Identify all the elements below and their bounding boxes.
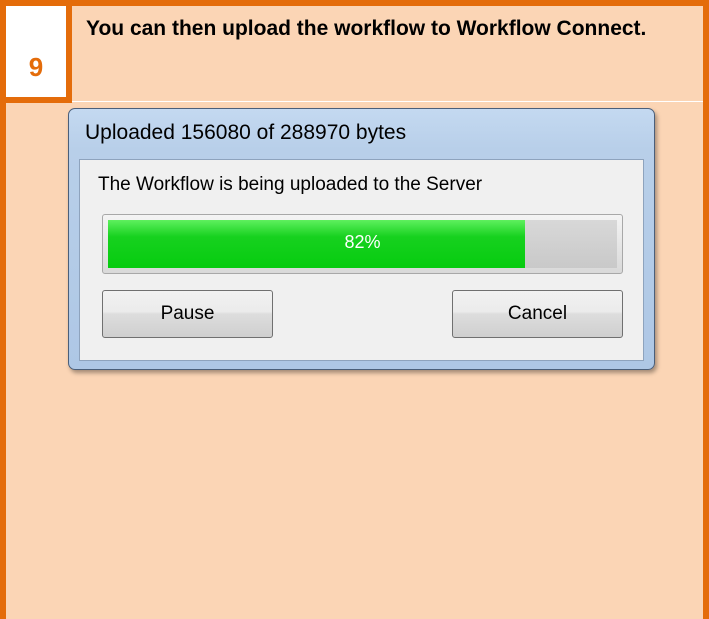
step-number-box: 9	[0, 0, 72, 103]
dialog-content: The Workflow is being uploaded to the Se…	[79, 159, 644, 361]
panel-right-border	[703, 0, 709, 619]
upload-dialog: Uploaded 156080 of 288970 bytes The Work…	[68, 108, 655, 370]
dialog-title: Uploaded 156080 of 288970 bytes	[85, 121, 407, 144]
upload-message: The Workflow is being uploaded to the Se…	[98, 174, 483, 195]
step-number: 9	[28, 52, 44, 82]
progress-track: 82%	[108, 220, 617, 268]
cancel-button[interactable]: Cancel	[452, 290, 623, 338]
upload-progress-bar: 82%	[102, 214, 623, 274]
panel-top-border	[0, 0, 709, 6]
instruction-panel: 9 You can then upload the workflow to Wo…	[0, 0, 709, 619]
pause-button[interactable]: Pause	[102, 290, 273, 338]
progress-percent-label: 82%	[344, 232, 381, 252]
step-instruction: You can then upload the workflow to Work…	[86, 17, 647, 40]
header-divider	[72, 101, 703, 102]
